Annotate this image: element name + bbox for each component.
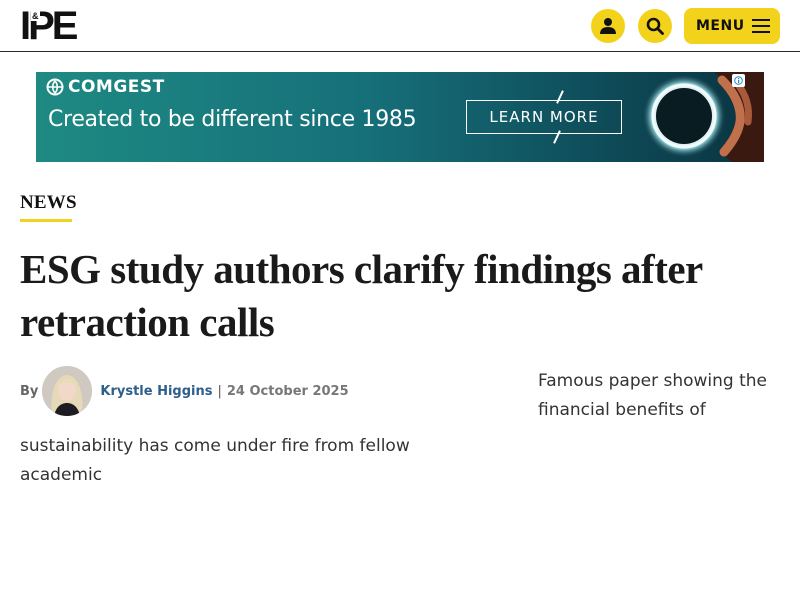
- site-header: IPE & MENU: [0, 0, 800, 52]
- ad-headline: Created to be different since 1985: [48, 107, 417, 132]
- ipe-logo[interactable]: IPE &: [20, 4, 79, 48]
- byline-prefix: By: [20, 383, 39, 399]
- learn-more-button[interactable]: LEARN MORE: [466, 100, 622, 134]
- account-icon: [600, 18, 616, 34]
- standfirst-part-1: Famous paper showing the financial benef…: [538, 371, 768, 420]
- adchoices-icon[interactable]: [732, 74, 745, 87]
- account-button[interactable]: [591, 9, 625, 43]
- search-icon: [646, 17, 664, 35]
- logo-text: IPE: [20, 4, 79, 48]
- menu-button[interactable]: MENU: [684, 8, 780, 44]
- menu-label: MENU: [696, 18, 745, 34]
- ad-brand: COMGEST: [46, 77, 165, 97]
- author-link[interactable]: Krystle Higgins: [100, 384, 212, 399]
- search-button[interactable]: [638, 9, 672, 43]
- comgest-logo-icon: [46, 78, 64, 96]
- byline: By Krystle Higgins | 24 October 2025: [20, 366, 349, 416]
- publish-date: 24 October 2025: [226, 383, 349, 399]
- section-label[interactable]: NEWS: [20, 192, 77, 214]
- article-headline: ESG study authors clarify findings after…: [20, 246, 703, 345]
- logo-ampersand: &: [31, 11, 40, 21]
- author-avatar[interactable]: [42, 366, 93, 416]
- ad-brand-name: COMGEST: [68, 77, 165, 97]
- section-underline: [20, 219, 72, 222]
- hamburger-icon: [752, 19, 770, 33]
- advertisement-banner[interactable]: COMGEST Created to be different since 19…: [36, 72, 764, 162]
- standfirst-part-2: sustainability has come under fire from …: [20, 436, 410, 485]
- byline-separator: |: [217, 383, 222, 399]
